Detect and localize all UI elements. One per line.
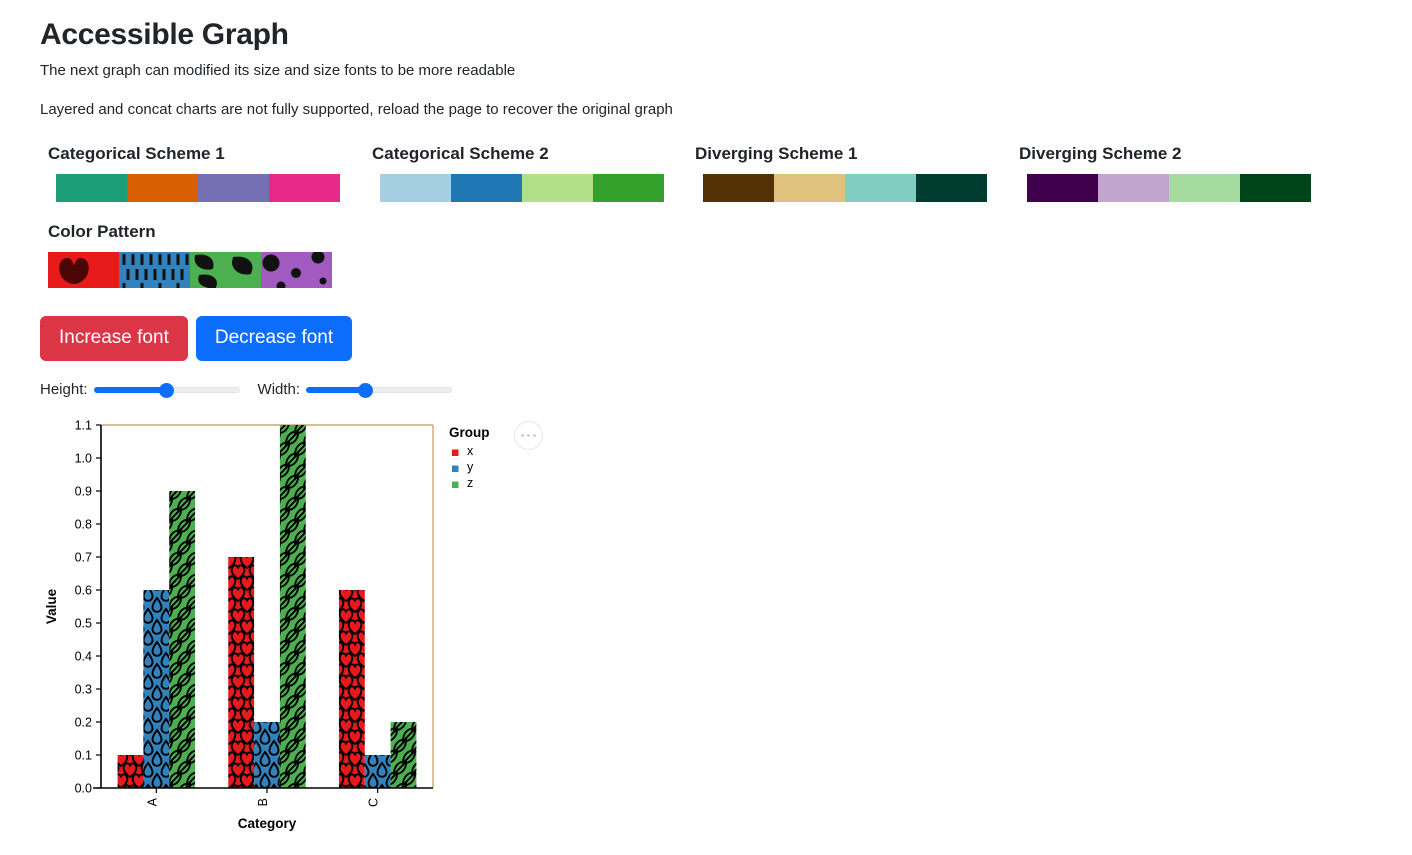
- height-slider-label: Height:: [40, 381, 88, 399]
- color-swatch: [380, 174, 451, 202]
- svg-text:y: y: [467, 460, 474, 474]
- color-swatch: [451, 174, 522, 202]
- color-pattern-block: Color Pattern: [48, 222, 1412, 288]
- svg-text:z: z: [467, 476, 473, 490]
- height-slider-fill: [93, 386, 167, 393]
- scheme-title: Categorical Scheme 2: [372, 144, 549, 163]
- dot-pattern-swatch: [261, 252, 332, 288]
- page-title: Accessible Graph: [40, 18, 289, 51]
- scheme-diverging-2: Diverging Scheme 2: [1019, 144, 1311, 202]
- color-pattern-swatches: [48, 252, 332, 288]
- height-slider[interactable]: [93, 381, 240, 399]
- layered-chart-notice: Layered and concat charts are not fully …: [40, 101, 673, 118]
- svg-text:0.1: 0.1: [75, 748, 92, 762]
- svg-text:0.6: 0.6: [75, 583, 92, 597]
- color-swatch: [56, 174, 127, 202]
- ellipsis-icon: [520, 433, 537, 438]
- increase-font-button[interactable]: Increase font: [40, 316, 188, 361]
- svg-text:0.2: 0.2: [75, 715, 92, 729]
- svg-text:A: A: [145, 797, 159, 806]
- width-slider[interactable]: [306, 381, 453, 399]
- scheme-swatches: [703, 174, 987, 202]
- color-swatch: [269, 174, 340, 202]
- decrease-font-button[interactable]: Decrease font: [195, 316, 353, 361]
- svg-text:1.1: 1.1: [75, 418, 92, 432]
- rain-pattern-swatch: [119, 252, 190, 288]
- scheme-swatches: [1027, 174, 1311, 202]
- color-swatch: [774, 174, 845, 202]
- heart-pattern-swatch: [48, 252, 119, 288]
- svg-text:0.3: 0.3: [75, 682, 92, 696]
- color-swatch: [703, 174, 774, 202]
- svg-text:Value: Value: [44, 588, 59, 624]
- scheme-swatches: [56, 174, 340, 202]
- scheme-swatches: [380, 174, 664, 202]
- width-slider-fill: [306, 386, 366, 393]
- color-swatch: [198, 174, 269, 202]
- color-swatch: [916, 174, 987, 202]
- svg-text:Category: Category: [238, 816, 297, 831]
- svg-text:0.5: 0.5: [75, 616, 92, 630]
- color-pattern-title: Color Pattern: [48, 222, 156, 241]
- color-swatch: [522, 174, 593, 202]
- chart-actions-menu[interactable]: [514, 420, 543, 450]
- svg-text:Group: Group: [449, 425, 490, 440]
- scheme-title: Categorical Scheme 1: [48, 144, 225, 163]
- color-swatch: [1027, 174, 1098, 202]
- svg-text:1.0: 1.0: [75, 451, 92, 465]
- color-swatch: [127, 174, 198, 202]
- font-controls: Increase font Decrease font: [40, 316, 1412, 361]
- svg-text:0.4: 0.4: [75, 649, 92, 663]
- svg-text:C: C: [367, 798, 381, 807]
- width-slider-thumb[interactable]: [358, 382, 374, 398]
- page-root: Accessible Graph The next graph can modi…: [0, 0, 1412, 837]
- page-subtitle: The next graph can modified its size and…: [40, 62, 516, 79]
- svg-text:0.0: 0.0: [75, 781, 92, 795]
- accessible-bar-chart: 0.0 0.1 0.2 0.3 0.4 0.5 0.6 0.7 0.8 0.9 1.0 1.1 Valu…: [40, 417, 600, 837]
- scheme-title: Diverging Scheme 2: [1019, 144, 1182, 163]
- color-swatch: [1169, 174, 1240, 202]
- svg-text:0.7: 0.7: [75, 550, 92, 564]
- svg-text:0.8: 0.8: [75, 517, 92, 531]
- width-slider-label: Width:: [257, 381, 301, 399]
- chart-canvas[interactable]: 0.0 0.1 0.2 0.3 0.4 0.5 0.6 0.7 0.8 0.9 1.0 1.1 Valu…: [40, 417, 600, 837]
- size-controls: Height: Width:: [40, 381, 1412, 399]
- height-slider-thumb[interactable]: [159, 382, 175, 398]
- color-swatch: [845, 174, 916, 202]
- color-swatch: [1240, 174, 1311, 202]
- color-schemes-row: Categorical Scheme 1 Categorical Scheme …: [40, 144, 1412, 214]
- svg-text:B: B: [256, 798, 270, 806]
- scheme-categorical-1: Categorical Scheme 1: [48, 144, 340, 202]
- color-swatch: [1098, 174, 1169, 202]
- svg-text:0.9: 0.9: [75, 484, 92, 498]
- color-swatch: [593, 174, 664, 202]
- scheme-title: Diverging Scheme 1: [695, 144, 858, 163]
- leaf-pattern-swatch: [190, 252, 261, 288]
- scheme-diverging-1: Diverging Scheme 1: [695, 144, 987, 202]
- svg-text:x: x: [467, 444, 474, 458]
- scheme-categorical-2: Categorical Scheme 2: [372, 144, 664, 202]
